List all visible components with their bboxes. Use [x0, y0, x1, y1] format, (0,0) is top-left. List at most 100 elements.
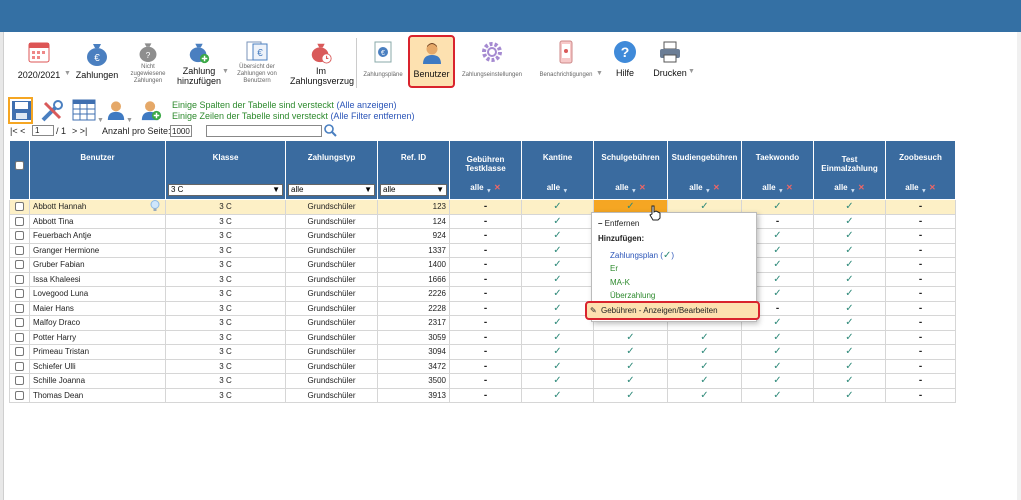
- col-studiengebuehren[interactable]: Studiengebühren alle ▼ ✕: [667, 140, 742, 200]
- tools-button[interactable]: [40, 99, 65, 123]
- cell-fee-k[interactable]: ✓: [521, 373, 594, 389]
- cell-benutzer[interactable]: Granger Hermione: [29, 242, 166, 258]
- columns-button[interactable]: [72, 99, 97, 123]
- test-filter[interactable]: alle ▼ ✕: [814, 183, 885, 195]
- schulgebuehren-filter[interactable]: alle ▼ ✕: [594, 183, 667, 195]
- taekwondo-filter[interactable]: alle ▼ ✕: [742, 183, 813, 195]
- menu-item-zahlungsplan[interactable]: Zahlungsplan (✓): [610, 250, 674, 261]
- zahlungstyp-filter-select[interactable]: alle: [288, 184, 375, 196]
- cell-benutzer[interactable]: Schille Joanna: [29, 373, 166, 389]
- menu-item-ueberzahlung[interactable]: Überzahlung: [610, 291, 655, 300]
- cell-fee-k[interactable]: ✓: [521, 242, 594, 258]
- cell-fee-g[interactable]: -: [449, 228, 522, 244]
- edit-tools-icon[interactable]: ✕: [858, 183, 865, 192]
- cell-benutzer[interactable]: Abbott Tina: [29, 213, 166, 229]
- cell-benutzer[interactable]: Potter Harry: [29, 329, 166, 345]
- cell-benutzer[interactable]: Maier Hans: [29, 300, 166, 316]
- cell-fee-st[interactable]: ✓: [667, 358, 742, 374]
- cell-fee-z[interactable]: -: [885, 373, 956, 389]
- row-checkbox[interactable]: [15, 390, 24, 400]
- row-checkbox[interactable]: [15, 289, 24, 299]
- cell-fee-g[interactable]: -: [449, 387, 522, 403]
- cell-fee-z[interactable]: -: [885, 387, 956, 403]
- cell-fee-z[interactable]: -: [885, 286, 956, 302]
- cell-fee-st[interactable]: ✓: [667, 387, 742, 403]
- cell-fee-te[interactable]: ✓: [813, 315, 886, 331]
- cell-fee-t[interactable]: ✓: [741, 344, 814, 360]
- cell-fee-te[interactable]: ✓: [813, 286, 886, 302]
- cell-fee-g[interactable]: -: [449, 257, 522, 273]
- gebuehren-filter[interactable]: alle ▼ ✕: [450, 183, 521, 195]
- nicht-zugewiesene-zahlungen-button[interactable]: ? Nicht zugewiesene Zahlungen: [126, 36, 170, 85]
- cell-fee-k[interactable]: ✓: [521, 271, 594, 287]
- cell-fee-z[interactable]: -: [885, 271, 956, 287]
- cell-fee-g[interactable]: -: [449, 199, 522, 215]
- cell-fee-g[interactable]: -: [449, 213, 522, 229]
- menu-item-gebuehren-bearbeiten[interactable]: ✎ Gebühren - Anzeigen/Bearbeiten: [585, 301, 760, 320]
- cell-benutzer[interactable]: Abbott Hannah: [29, 199, 166, 215]
- zahlungen-button[interactable]: € Zahlungen: [74, 36, 120, 80]
- col-taekwondo[interactable]: Taekwondo alle ▼ ✕: [741, 140, 814, 200]
- cell-fee-z[interactable]: -: [885, 199, 956, 215]
- cell-fee-k[interactable]: ✓: [521, 257, 594, 273]
- zahlungsplaene-button[interactable]: € Zahlungspläne: [360, 36, 406, 79]
- cell-fee-z[interactable]: -: [885, 228, 956, 244]
- col-kantine[interactable]: Kantine alle ▼: [521, 140, 594, 200]
- cell-fee-te[interactable]: ✓: [813, 387, 886, 403]
- cell-fee-s[interactable]: ✓: [593, 387, 668, 403]
- cell-benutzer[interactable]: Thomas Dean: [29, 387, 166, 403]
- cell-fee-z[interactable]: -: [885, 213, 956, 229]
- cell-fee-g[interactable]: -: [449, 300, 522, 316]
- col-klasse[interactable]: Klasse 3 C: [165, 140, 286, 200]
- benutzer-button[interactable]: Benutzer: [408, 35, 455, 88]
- per-page-input[interactable]: 1000: [170, 125, 192, 137]
- cell-benutzer[interactable]: Issa Khaleesi: [29, 271, 166, 287]
- cell-fee-k[interactable]: ✓: [521, 228, 594, 244]
- table-row[interactable]: Thomas Dean 3 C Grundschüler 3913 - ✓ ✓ ✓ ✓ ✓ -: [9, 387, 956, 403]
- cell-fee-z[interactable]: -: [885, 358, 956, 374]
- cell-fee-k[interactable]: ✓: [521, 286, 594, 302]
- table-row[interactable]: Feuerbach Antje 3 C Grundschüler 924 - ✓ ✓ ✓ -: [9, 228, 956, 244]
- cell-benutzer[interactable]: Schiefer Ulli: [29, 358, 166, 374]
- cell-fee-s[interactable]: ✓: [593, 373, 668, 389]
- cell-fee-s[interactable]: ✓: [593, 344, 668, 360]
- row-checkbox[interactable]: [15, 318, 24, 328]
- cell-fee-g[interactable]: -: [449, 286, 522, 302]
- cell-fee-g[interactable]: -: [449, 315, 522, 331]
- row-checkbox[interactable]: [15, 202, 24, 212]
- cell-fee-te[interactable]: ✓: [813, 271, 886, 287]
- zahlung-dropdown-caret[interactable]: ▼: [222, 68, 229, 75]
- row-checkbox[interactable]: [15, 216, 24, 226]
- cell-fee-k[interactable]: ✓: [521, 199, 594, 215]
- edit-tools-icon[interactable]: ✕: [494, 183, 501, 192]
- col-refid[interactable]: Ref. ID alle: [377, 140, 450, 200]
- cell-fee-k[interactable]: ✓: [521, 300, 594, 316]
- cell-fee-t[interactable]: ✓: [741, 387, 814, 403]
- remove-all-filters-link[interactable]: (Alle Filter entfernen): [330, 111, 414, 121]
- col-schulgebuehren[interactable]: Schulgebühren alle ▼ ✕: [593, 140, 668, 200]
- pager-prev[interactable]: |< <: [10, 126, 25, 136]
- cell-fee-st[interactable]: ✓: [667, 329, 742, 345]
- cell-fee-st[interactable]: ✓: [667, 344, 742, 360]
- cell-benutzer[interactable]: Gruber Fabian: [29, 257, 166, 273]
- year-dropdown-caret[interactable]: ▼: [64, 70, 71, 77]
- row-checkbox[interactable]: [15, 274, 24, 284]
- cell-fee-t[interactable]: ✓: [741, 373, 814, 389]
- user-menu-caret[interactable]: ▼: [126, 117, 133, 124]
- cell-benutzer[interactable]: Primeau Tristan: [29, 344, 166, 360]
- menu-item-entfernen[interactable]: – Entfernen: [598, 219, 639, 228]
- cell-benutzer[interactable]: Feuerbach Antje: [29, 228, 166, 244]
- edit-tools-icon[interactable]: ✕: [929, 183, 936, 192]
- benachrichtigungen-caret[interactable]: ▼: [596, 70, 603, 77]
- cell-fee-z[interactable]: -: [885, 257, 956, 273]
- table-row[interactable]: Potter Harry 3 C Grundschüler 3059 - ✓ ✓ ✓ ✓ ✓ -: [9, 329, 956, 345]
- klasse-filter-select[interactable]: 3 C: [168, 184, 283, 196]
- cell-fee-z[interactable]: -: [885, 344, 956, 360]
- hilfe-button[interactable]: ? Hilfe: [610, 36, 640, 78]
- cell-fee-te[interactable]: ✓: [813, 228, 886, 244]
- page-select[interactable]: 1: [32, 125, 54, 136]
- row-checkbox[interactable]: [15, 332, 24, 342]
- table-row[interactable]: Granger Hermione 3 C Grundschüler 1337 - ✓ ✓ ✓ -: [9, 242, 956, 258]
- search-icon[interactable]: [324, 124, 337, 137]
- row-checkbox[interactable]: [15, 303, 24, 313]
